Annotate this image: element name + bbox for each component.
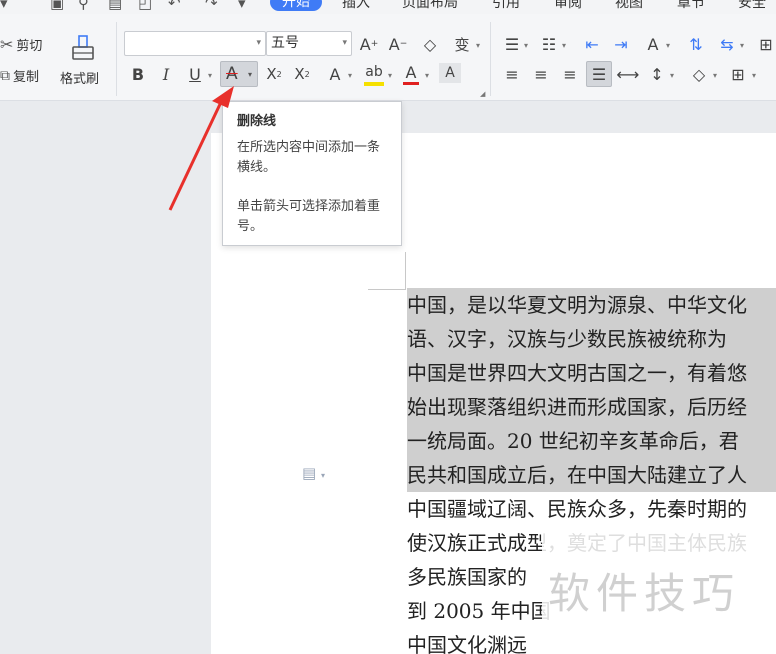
- more-dropdown-icon[interactable]: ▾: [238, 0, 246, 12]
- font-color-icon[interactable]: A: [399, 61, 423, 83]
- increase-indent-icon[interactable]: ⇥: [609, 33, 633, 55]
- copy-label: 复制: [13, 70, 40, 85]
- redo-icon[interactable]: ↷: [205, 0, 218, 12]
- chevron-down-icon[interactable]: ▾: [476, 41, 480, 50]
- align-center-icon[interactable]: ≡: [529, 63, 553, 85]
- chevron-down-icon[interactable]: ▾: [670, 71, 674, 80]
- chevron-down-icon[interactable]: ▾: [752, 71, 756, 80]
- text-line[interactable]: 中国是世界四大文明古国之一，有着悠: [407, 356, 776, 390]
- chevron-down-icon[interactable]: ▾: [524, 41, 528, 50]
- distribute-icon[interactable]: ⟷: [616, 63, 640, 85]
- copy-button[interactable]: ⧉ 复制: [0, 66, 40, 86]
- underline-icon[interactable]: U: [183, 63, 207, 85]
- chevron-down-icon: ▾: [342, 38, 347, 48]
- highlight-color-bar: [364, 82, 384, 86]
- chevron-down-icon: ▾: [256, 38, 261, 48]
- text-line[interactable]: 多民族国家的: [407, 560, 527, 594]
- line-spacing-icon[interactable]: ↕: [645, 63, 669, 85]
- grow-font-icon[interactable]: A +: [357, 33, 381, 55]
- tab-chapter[interactable]: 章节: [677, 0, 705, 12]
- text-line[interactable]: 到 2005 年中国: [407, 594, 551, 628]
- align-right-icon[interactable]: ≡: [558, 63, 582, 85]
- font-name-select[interactable]: ▾: [124, 31, 266, 56]
- numbering-icon[interactable]: ☷: [537, 33, 561, 55]
- justify-icon[interactable]: ☰: [586, 61, 612, 87]
- tab-review[interactable]: 审阅: [554, 0, 582, 12]
- highlight-icon[interactable]: ab: [362, 61, 386, 83]
- link-icon[interactable]: ⚲: [78, 0, 89, 12]
- print-icon[interactable]: ▤: [108, 0, 122, 12]
- font-color-bar: [403, 82, 419, 85]
- watermark: 软件技巧: [548, 569, 741, 618]
- chevron-down-icon: ▾: [248, 70, 253, 79]
- text-line[interactable]: 中国，是以华夏文明为源泉、中华文化: [407, 288, 776, 322]
- format-painter-button[interactable]: 格式刷: [60, 34, 108, 88]
- text-line[interactable]: 语、汉字，汉族与少数民族被统称为: [407, 322, 776, 356]
- font-size-value: 五号: [271, 35, 299, 51]
- align-left-icon[interactable]: ≡: [500, 63, 524, 85]
- separator: [116, 22, 117, 96]
- tab-bar: ▾ ▣ ⚲ ▤ ◰ ↶ ↷ ▾ 开始 插入 页面布局 引用 审阅 视图 章节 安…: [0, 0, 776, 14]
- copy-icon: ⧉: [0, 67, 10, 84]
- chevron-down-icon[interactable]: ▾: [562, 41, 566, 50]
- tab-start[interactable]: 开始: [270, 0, 322, 11]
- text-line[interactable]: 始出现聚落组织进而形成国家，后历经: [407, 390, 776, 424]
- tab-security[interactable]: 安全: [738, 0, 766, 12]
- cut-button[interactable]: ✂ 剪切: [0, 35, 42, 54]
- bold-icon[interactable]: B: [126, 63, 150, 85]
- paragraph-handle-icon[interactable]: ▤ ▾: [302, 464, 325, 482]
- ribbon-home: ✂ 剪切 ⧉ 复制 格式刷 ▾ 五号 ▾ A + A − ◇ 变 ▾ B I U ▾…: [0, 14, 776, 101]
- decrease-indent-icon[interactable]: ⇤: [580, 33, 604, 55]
- tab-references[interactable]: 引用: [492, 0, 520, 12]
- scissors-icon: ✂: [0, 35, 14, 54]
- borders-icon[interactable]: ⊞: [726, 63, 750, 85]
- char-shading-icon[interactable]: A: [439, 63, 461, 83]
- chevron-down-icon[interactable]: ▾: [740, 41, 744, 50]
- chevron-down-icon[interactable]: ▾: [208, 71, 212, 80]
- text-effect-icon[interactable]: A: [323, 63, 347, 85]
- save-icon[interactable]: ▣: [50, 0, 64, 12]
- strikethrough-tooltip: 删除线 在所选内容中间添加一条横线。 单击箭头可选择添加着重号。: [222, 101, 402, 246]
- brush-icon: [72, 35, 94, 60]
- tab-insert[interactable]: 插入: [342, 0, 370, 12]
- tooltip-hint: 单击箭头可选择添加着重号。: [237, 199, 381, 234]
- format-painter-label: 格式刷: [60, 72, 100, 87]
- font-dialog-launcher-icon[interactable]: ◢: [480, 90, 485, 98]
- text-direction-icon[interactable]: A: [641, 33, 665, 55]
- text-line[interactable]: 一统局面。20 世纪初辛亥革命后，君: [407, 424, 776, 458]
- subscript-icon[interactable]: X2: [290, 63, 314, 85]
- chevron-down-icon[interactable]: ▾: [425, 71, 429, 80]
- tab-view[interactable]: 视图: [615, 0, 643, 12]
- undo-icon[interactable]: ↶: [168, 0, 181, 12]
- table-icon[interactable]: ⊞: [754, 33, 776, 55]
- margin-corner-mark: [405, 252, 406, 290]
- preview-icon[interactable]: ◰: [138, 0, 152, 12]
- chevron-down-icon[interactable]: ▾: [713, 71, 717, 80]
- chevron-down-icon[interactable]: ▾: [348, 71, 352, 80]
- bullets-icon[interactable]: ☰: [500, 33, 524, 55]
- tab-page-layout[interactable]: 页面布局: [402, 0, 458, 12]
- superscript-icon[interactable]: X2: [262, 63, 286, 85]
- strikethrough-button[interactable]: A ▾: [220, 61, 258, 87]
- text-line[interactable]: 民共和国成立后，在中国大陆建立了人: [407, 458, 776, 492]
- italic-icon[interactable]: I: [154, 63, 178, 85]
- text-line[interactable]: 中国文化渊远: [407, 628, 527, 654]
- phonetic-guide-icon[interactable]: 变: [450, 33, 474, 55]
- clear-format-icon[interactable]: ◇: [418, 33, 442, 55]
- menu-dropdown-icon[interactable]: ▾: [0, 0, 8, 12]
- shrink-font-icon[interactable]: A −: [386, 33, 410, 55]
- font-size-select[interactable]: 五号 ▾: [266, 31, 352, 56]
- cut-label: 剪切: [16, 39, 43, 54]
- tooltip-description: 在所选内容中间添加一条横线。: [237, 140, 381, 175]
- sort-icon[interactable]: ⇅: [684, 33, 708, 55]
- separator: [490, 22, 491, 96]
- strikethrough-icon: A: [226, 64, 238, 84]
- tooltip-title: 删除线: [237, 114, 277, 129]
- line-spacing-adjust-icon[interactable]: ⇆: [715, 33, 739, 55]
- chevron-down-icon[interactable]: ▾: [388, 71, 392, 80]
- shading-icon[interactable]: ◇: [687, 63, 711, 85]
- margin-corner-mark: [368, 289, 406, 290]
- chevron-down-icon[interactable]: ▾: [666, 41, 670, 50]
- text-line[interactable]: 中国疆域辽阔、民族众多，先秦时期的: [407, 492, 747, 526]
